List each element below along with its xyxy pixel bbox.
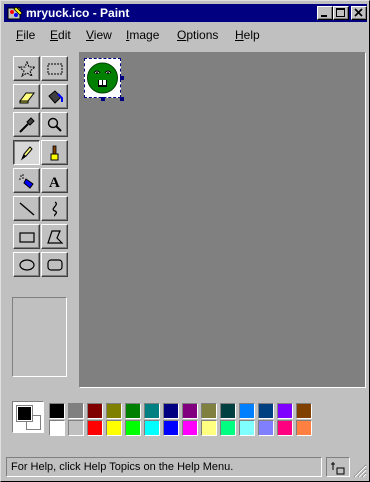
status-bar: For Help, click Help Topics on the Help … [4,456,367,478]
menu-image[interactable]: Image [126,28,159,42]
menu-help[interactable]: Help [235,28,260,42]
star-select-icon [18,61,36,77]
minimize-button[interactable] [317,6,333,20]
palette-color-swatch[interactable] [106,420,122,436]
current-colors[interactable] [12,401,44,433]
palette-color-swatch[interactable] [201,403,217,419]
tool-pencil[interactable] [13,140,40,165]
resize-handle-bottom[interactable] [101,97,105,101]
close-button[interactable] [351,6,367,20]
size-grip-icon[interactable] [353,464,367,478]
palette-color-swatch[interactable] [220,420,236,436]
line-icon [19,202,35,216]
paint-app-icon [7,6,23,20]
palette-color-swatch[interactable] [163,420,179,436]
palette-color-swatch[interactable] [87,420,103,436]
airbrush-icon [19,174,34,189]
title-bar[interactable]: mryuck.ico - Paint [4,4,367,22]
palette-color-swatch[interactable] [296,403,312,419]
palette-color-swatch[interactable] [49,420,65,436]
tool-fill[interactable] [41,84,68,109]
tool-ellipse[interactable] [13,252,40,277]
palette-color-swatch[interactable] [144,420,160,436]
palette-color-swatch[interactable] [277,403,293,419]
palette-color-swatch[interactable] [182,403,198,419]
palette-color-swatch[interactable] [258,403,274,419]
tool-eraser[interactable] [13,84,40,109]
menu-file[interactable]: File [16,28,35,42]
palette-color-swatch[interactable] [220,403,236,419]
tool-text[interactable]: A [41,168,68,193]
rectangle-icon [19,232,35,243]
palette-color-swatch[interactable] [144,403,160,419]
tool-rectangle[interactable] [13,224,40,249]
palette-color-swatch[interactable] [125,403,141,419]
drawing-canvas[interactable] [84,58,121,98]
menu-edit[interactable]: Edit [50,28,71,42]
palette-color-swatch[interactable] [49,403,65,419]
menu-view[interactable]: View [86,28,112,42]
maximize-button[interactable] [333,6,349,20]
color-palette [4,393,367,443]
window-title: mryuck.ico - Paint [26,6,130,20]
tool-magnifier[interactable] [41,112,68,137]
tool-curve[interactable] [41,196,68,221]
tool-select[interactable] [41,56,68,81]
status-coordinates-panel [326,457,350,477]
tool-polygon[interactable] [41,224,68,249]
palette-color-swatch[interactable] [163,403,179,419]
resize-handle-right[interactable] [120,76,124,80]
palette-color-swatch[interactable] [106,403,122,419]
resize-handle-corner[interactable] [120,97,124,101]
palette-color-swatch[interactable] [68,420,84,436]
canvas-area[interactable] [79,52,366,388]
palette-color-swatch[interactable] [87,403,103,419]
tool-airbrush[interactable] [13,168,40,193]
palette-color-swatch[interactable] [239,420,255,436]
palette-color-swatch[interactable] [296,420,312,436]
palette-color-swatch[interactable] [68,403,84,419]
curve-icon [52,201,58,217]
tool-free-form-select[interactable] [13,56,40,81]
palette-color-swatch[interactable] [277,420,293,436]
palette-color-swatch[interactable] [125,420,141,436]
magnifier-icon [47,117,62,132]
palette-color-swatch[interactable] [239,403,255,419]
close-icon [354,8,363,17]
palette-color-swatch[interactable] [258,420,274,436]
menu-bar: File Edit View Image Options Help [4,25,367,44]
tool-brush[interactable] [41,140,68,165]
fill-bucket-icon [48,90,63,104]
minimize-icon [321,15,327,17]
foreground-color-swatch [16,405,33,422]
menu-options[interactable]: Options [177,28,218,42]
tool-options-box[interactable] [12,297,67,377]
ellipse-icon [19,259,35,271]
paint-window: mryuck.ico - Paint File Edit View Image … [0,0,370,482]
rounded-rect-icon [47,259,63,271]
coordinates-icon [331,462,345,475]
tool-rounded-rectangle[interactable] [41,252,68,277]
tool-pick-color[interactable] [13,112,40,137]
eyedropper-icon [19,117,35,133]
palette-color-swatch[interactable] [201,420,217,436]
brush-icon [50,145,59,161]
palette-color-swatch[interactable] [182,420,198,436]
eraser-icon [19,92,35,104]
rect-select-icon [47,63,63,75]
polygon-icon [47,230,64,244]
status-help-text: For Help, click Help Topics on the Help … [6,457,322,477]
yuck-face-image [87,62,118,94]
tool-line[interactable] [13,196,40,221]
svg-text:A: A [49,175,60,189]
pencil-icon [20,146,33,161]
text-icon: A [49,175,60,189]
maximize-icon [336,8,345,17]
